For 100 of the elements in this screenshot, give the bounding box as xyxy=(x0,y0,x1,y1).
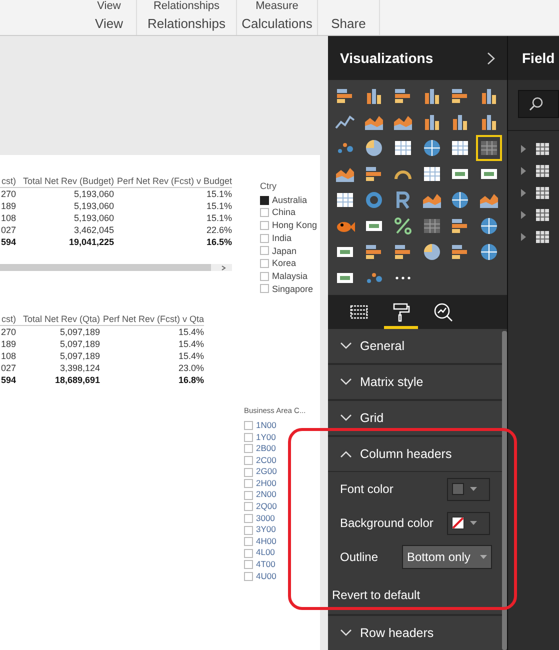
chevron-right-icon[interactable] xyxy=(221,264,226,270)
caret-icon xyxy=(470,521,477,525)
percent-icon[interactable] xyxy=(392,215,414,237)
slicer-item-label[interactable]: 1N00 xyxy=(256,420,276,432)
column-header[interactable]: Total Net Rev (Qta) xyxy=(16,313,100,326)
checkbox[interactable] xyxy=(260,272,269,281)
checkbox[interactable] xyxy=(244,572,253,581)
checkbox[interactable] xyxy=(244,432,253,442)
ribbon-group-label: View xyxy=(95,15,123,33)
table-cell-text: 5,193,060 xyxy=(72,212,114,224)
revert-to-default-link[interactable]: Revert to default xyxy=(332,586,492,604)
slicer-item-label[interactable]: 1Y00 xyxy=(256,432,276,444)
search-field[interactable] xyxy=(518,90,559,118)
slicer-item-label[interactable]: 2H00 xyxy=(256,478,276,490)
slicer-item-label[interactable]: Australia xyxy=(272,194,308,206)
slicer-item-label[interactable]: 4H00 xyxy=(256,536,276,548)
checkbox[interactable] xyxy=(244,490,253,500)
slicer-item-label[interactable]: India xyxy=(272,232,292,245)
table-cell-text: 15.1% xyxy=(205,188,232,200)
table-cell-text: 5,193,060 xyxy=(72,200,114,212)
horizontal-scrollbar[interactable] xyxy=(0,264,232,271)
slicer-item-label[interactable]: 4U00 xyxy=(256,570,276,582)
no-color-swatch-icon xyxy=(452,517,464,529)
table-icon xyxy=(536,143,549,155)
slicer-item-label[interactable]: 2C00 xyxy=(256,454,276,466)
checkbox[interactable] xyxy=(260,196,269,205)
expand-arrow-icon[interactable] xyxy=(520,167,528,175)
slicer-item-label[interactable]: 2N00 xyxy=(256,489,276,502)
slicer-item-label[interactable]: Korea xyxy=(272,257,296,270)
panel-title: Visualizations xyxy=(340,48,434,68)
table-cell-text: 5,097,189 xyxy=(58,350,100,362)
search-icon xyxy=(529,97,543,111)
table-cell: 270 xyxy=(0,188,16,200)
slicer-item-label[interactable]: Singapore xyxy=(272,282,314,296)
table-cell-text: 22.6% xyxy=(205,224,232,236)
table-icon xyxy=(536,165,549,177)
checkbox[interactable] xyxy=(244,456,253,465)
column-header[interactable]: Perf Net Rev (Fcst) v Qta xyxy=(100,313,204,326)
checkbox[interactable] xyxy=(244,560,253,570)
slicer-item-label[interactable]: 3Y00 xyxy=(256,524,276,536)
expand-arrow-icon[interactable] xyxy=(520,189,528,197)
vertical-scrollbar[interactable] xyxy=(502,331,507,650)
checkbox[interactable] xyxy=(244,444,253,454)
table-icon xyxy=(536,231,549,243)
expand-arrow-icon[interactable] xyxy=(520,211,528,219)
ribbon-group-label: Share xyxy=(331,15,366,33)
table-cell-text: 15.1% xyxy=(205,212,232,224)
slicer-item-label[interactable]: 2G00 xyxy=(256,466,277,478)
checkbox[interactable] xyxy=(244,468,253,477)
column-header[interactable]: cst) xyxy=(0,313,16,326)
ribbon-button-label[interactable]: View xyxy=(97,0,121,13)
checkbox[interactable] xyxy=(244,514,253,523)
expand-arrow-icon[interactable] xyxy=(520,145,528,153)
column-header[interactable]: Perf Net Rev (Fcst) v Budget xyxy=(114,175,232,188)
color-picker[interactable] xyxy=(447,512,490,534)
ribbon-button-label[interactable]: Relationships xyxy=(153,0,220,13)
slicer-item-label[interactable]: Malaysia xyxy=(272,270,308,283)
checkbox[interactable] xyxy=(260,246,269,256)
table-cell-text: 16.8% xyxy=(177,374,204,386)
table-cell-text: 3,462,045 xyxy=(72,224,114,236)
slicer-item-label[interactable]: 3000 xyxy=(256,512,275,524)
checkbox[interactable] xyxy=(244,548,253,558)
matrix-icon[interactable] xyxy=(478,137,500,159)
checkbox[interactable] xyxy=(260,234,269,243)
checkbox[interactable] xyxy=(260,208,269,218)
table-cell-text: 15.4% xyxy=(177,326,204,338)
table-cell-text: 19,041,225 xyxy=(68,236,114,248)
checkbox[interactable] xyxy=(244,502,253,512)
checkbox[interactable] xyxy=(244,526,253,535)
checkbox[interactable] xyxy=(260,220,269,230)
checkbox[interactable] xyxy=(244,537,253,546)
paint-roller-icon xyxy=(391,302,411,322)
table-cell-text: 15.4% xyxy=(177,350,204,362)
slicer-item-label[interactable]: 2B00 xyxy=(256,443,276,455)
checkbox[interactable] xyxy=(260,284,269,294)
expand-arrow-icon[interactable] xyxy=(520,233,528,241)
table-cell: 270 xyxy=(0,326,16,338)
caret-icon xyxy=(480,555,487,559)
panel-title: Field xyxy=(522,48,555,68)
ribbon-button-label[interactable]: Measure xyxy=(256,0,298,13)
slicer-item-label[interactable]: Japan xyxy=(272,244,297,258)
checkbox[interactable] xyxy=(244,479,253,488)
checkbox[interactable] xyxy=(260,259,269,268)
slicer-item-label[interactable]: 2Q00 xyxy=(256,501,277,513)
table-cell: 027 xyxy=(0,224,16,236)
outline-dropdown[interactable]: Bottom only xyxy=(402,545,492,569)
slicer-item-label[interactable]: 4L00 xyxy=(256,547,275,560)
table-cell: 108 xyxy=(0,350,16,362)
slicer-item-label[interactable]: Hong Kong xyxy=(272,219,318,232)
color-picker[interactable] xyxy=(447,478,490,500)
ribbon-group-label: Calculations xyxy=(242,15,312,33)
column-header[interactable]: Total Net Rev (Budget) xyxy=(16,175,114,188)
column-header[interactable]: cst) xyxy=(0,175,16,188)
slicer-item-label[interactable]: China xyxy=(272,206,296,220)
checkbox[interactable] xyxy=(244,421,253,430)
table-cell-text: 16.5% xyxy=(205,236,232,248)
chevron-up-icon xyxy=(340,450,352,458)
table-cell: 189 xyxy=(0,338,16,350)
slicer-item-label[interactable]: 4T00 xyxy=(256,559,276,571)
table-icon xyxy=(536,187,549,199)
